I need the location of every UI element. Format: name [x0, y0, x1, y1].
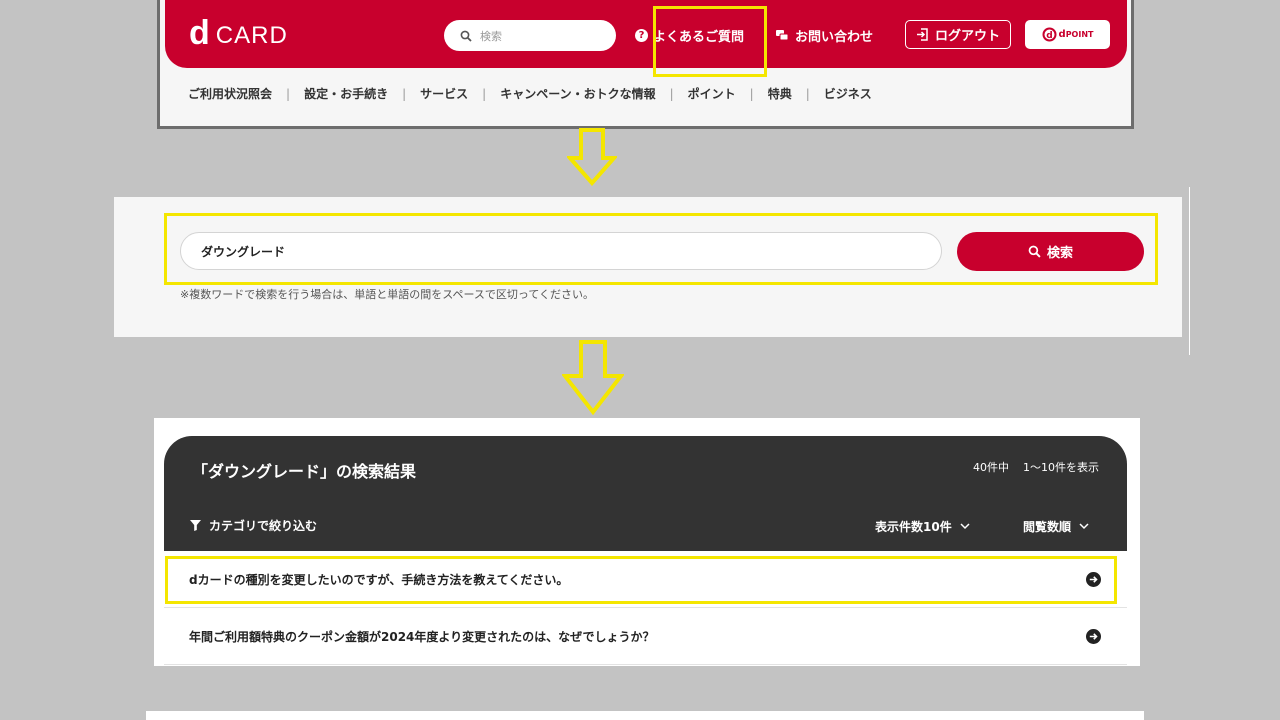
result-item[interactable]: 年間ご利用額特典のクーポン金額が2024年度より変更されたのは、なぜでしょうか？	[164, 608, 1127, 665]
search-screenshot-panel: ダウングレード 検索 ※複数ワードで検索を行う場合は、単語と単語の間をスペースで…	[114, 187, 1190, 355]
category-filter-label: カテゴリで絞り込む	[209, 519, 318, 533]
arrow-circle-icon	[1086, 629, 1101, 644]
menu-divider: |	[749, 86, 754, 101]
menu-divider: |	[805, 86, 810, 101]
faq-highlight-box	[653, 6, 767, 77]
sort-label: 閲覧数順	[1023, 520, 1072, 534]
header-search-placeholder: 検索	[480, 29, 502, 43]
menu-item-settings[interactable]: 設定・お手続き	[304, 85, 388, 102]
menu-item-points[interactable]: ポイント	[688, 85, 736, 102]
menu-item-campaign[interactable]: キャンペーン・おトクな情報	[500, 85, 655, 102]
chevron-down-icon	[960, 523, 970, 530]
results-heading: 「ダウングレード」の検索結果	[192, 462, 417, 481]
results-range: 1～10件を表示	[1023, 461, 1099, 474]
menu-divider: |	[402, 86, 407, 101]
search-note: ※複数ワードで検索を行う場合は、単語と単語の間をスペースで区切ってください。	[180, 288, 595, 301]
per-page-label: 表示件数10件	[875, 520, 952, 534]
dpoint-button[interactable]: d dPOINT	[1025, 20, 1110, 49]
search-icon	[460, 30, 472, 42]
dpoint-label-word: POINT	[1065, 30, 1094, 39]
dpoint-logo-icon: d	[1042, 27, 1057, 42]
result-highlight-box	[165, 556, 1117, 604]
menu-divider: |	[482, 86, 487, 101]
search-highlight-box	[164, 213, 1158, 285]
header-screenshot-panel: d CARD 検索 ? よくあるご質問 お問い合わせ ログアウト d dPOIN…	[157, 0, 1134, 129]
results-count: 40件中 1～10件を表示	[973, 459, 1099, 475]
global-menu: ご利用状況照会 | 設定・お手続き | サービス | キャンペーン・おトクな情報 | ポ…	[188, 85, 872, 102]
logo-word: CARD	[215, 22, 288, 49]
category-filter-button[interactable]: カテゴリで絞り込む	[190, 517, 317, 534]
panel-edge-line	[1189, 187, 1190, 355]
chevron-down-icon	[1079, 523, 1089, 530]
menu-divider: |	[669, 86, 674, 101]
dpoint-label-d: d	[1058, 29, 1066, 40]
down-arrow-icon	[562, 340, 624, 415]
logout-button[interactable]: ログアウト	[905, 20, 1011, 49]
sort-dropdown[interactable]: 閲覧数順	[1023, 518, 1089, 535]
dpoint-label: dPOINT	[1059, 29, 1094, 40]
result-item-title: 年間ご利用額特典のクーポン金額が2024年度より変更されたのは、なぜでしょうか？	[189, 630, 655, 644]
results-screenshot-panel: 「ダウングレード」の検索結果 40件中 1～10件を表示 カテゴリで絞り込む 表示…	[164, 436, 1127, 666]
menu-item-services[interactable]: サービス	[420, 85, 468, 102]
filter-icon	[190, 520, 201, 531]
menu-item-business[interactable]: ビジネス	[824, 85, 872, 102]
contact-link[interactable]: お問い合わせ	[776, 26, 873, 45]
logo-d: d	[189, 14, 210, 52]
logout-icon	[916, 28, 928, 41]
down-arrow-icon	[567, 128, 617, 186]
menu-item-usage[interactable]: ご利用状況照会	[188, 85, 272, 102]
question-icon: ?	[635, 29, 648, 42]
bottom-strip	[146, 711, 1144, 720]
menu-divider: |	[286, 86, 291, 101]
contact-label: お問い合わせ	[795, 30, 874, 45]
per-page-dropdown[interactable]: 表示件数10件	[875, 518, 970, 535]
chat-icon	[776, 30, 789, 41]
header-bar: d CARD 検索 ? よくあるご質問 お問い合わせ ログアウト d dPOIN…	[165, 0, 1127, 68]
dpoint-mark: d	[1046, 31, 1052, 41]
header-search-input[interactable]: 検索	[444, 20, 616, 51]
results-total: 40件中	[973, 461, 1009, 474]
results-header: 「ダウングレード」の検索結果 40件中 1～10件を表示 カテゴリで絞り込む 表示…	[164, 436, 1127, 551]
dcard-logo[interactable]: d CARD	[189, 14, 288, 52]
menu-item-benefits[interactable]: 特典	[768, 85, 792, 102]
logout-label: ログアウト	[934, 29, 1000, 44]
